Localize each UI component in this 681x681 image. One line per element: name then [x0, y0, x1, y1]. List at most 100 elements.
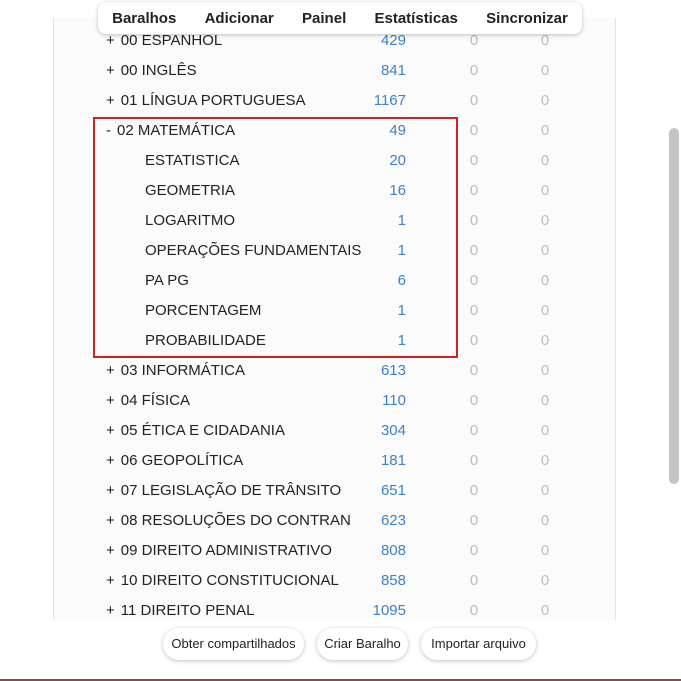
subdeck-row[interactable]: LOGARITMO 1 0 0	[0, 206, 681, 236]
learn-count: 0	[469, 212, 479, 229]
expand-toggle[interactable]: +	[106, 602, 115, 619]
learn-count: 0	[469, 512, 479, 529]
expand-toggle[interactable]: +	[106, 92, 115, 109]
new-count: 858	[380, 572, 406, 589]
deck-row[interactable]: +05 ÉTICA E CIDADANIA 304 0 0	[0, 416, 681, 446]
expand-toggle[interactable]: +	[106, 482, 115, 499]
deck-name[interactable]: +11 DIREITO PENAL	[106, 596, 254, 620]
subdeck-row[interactable]: PA PG 6 0 0	[0, 266, 681, 296]
expand-toggle[interactable]: +	[106, 542, 115, 559]
due-count: 0	[540, 122, 550, 139]
due-count: 0	[540, 92, 550, 109]
learn-count: 0	[469, 392, 479, 409]
deck-name-label: 05 ÉTICA E CIDADANIA	[120, 422, 285, 439]
deck-name[interactable]: OPERAÇÕES FUNDAMENTAIS	[145, 236, 361, 266]
deck-name[interactable]: +01 LÍNGUA PORTUGUESA	[106, 86, 306, 116]
learn-count: 0	[469, 302, 479, 319]
due-count: 0	[540, 272, 550, 289]
deck-row[interactable]: +01 LÍNGUA PORTUGUESA 1167 0 0	[0, 86, 681, 116]
new-count: 808	[380, 542, 406, 559]
learn-count: 0	[469, 452, 479, 469]
deck-name[interactable]: LOGARITMO	[145, 206, 235, 236]
toolbar-add[interactable]: Adicionar	[205, 10, 274, 27]
toolbar-stats[interactable]: Estatísticas	[375, 10, 458, 27]
new-count: 1167	[373, 92, 406, 109]
deck-row[interactable]: +10 DIREITO CONSTITUCIONAL 858 0 0	[0, 566, 681, 596]
expand-toggle[interactable]: +	[106, 452, 115, 469]
subdeck-row[interactable]: ESTATISTICA 20 0 0	[0, 146, 681, 176]
deck-name[interactable]: PORCENTAGEM	[145, 296, 261, 326]
deck-row[interactable]: +03 INFORMÁTICA 613 0 0	[0, 356, 681, 386]
import-file-button[interactable]: Importar arquivo	[421, 628, 536, 660]
subdeck-row[interactable]: PORCENTAGEM 1 0 0	[0, 296, 681, 326]
deck-row[interactable]: +07 LEGISLAÇÃO DE TRÂNSITO 651 0 0	[0, 476, 681, 506]
new-count: 841	[380, 62, 406, 79]
deck-name-label: PROBABILIDADE	[145, 332, 266, 349]
get-shared-button[interactable]: Obter compartilhados	[163, 628, 304, 660]
expand-toggle[interactable]: +	[106, 392, 115, 409]
expand-toggle[interactable]: +	[106, 32, 115, 49]
deck-name[interactable]: +06 GEOPOLÍTICA	[106, 446, 243, 476]
expand-toggle[interactable]: +	[106, 362, 115, 379]
deck-name[interactable]: ESTATISTICA	[145, 146, 239, 176]
deck-name[interactable]: +00 INGLÊS	[106, 56, 197, 86]
toolbar-decks[interactable]: Baralhos	[112, 10, 176, 27]
scrollbar-thumb[interactable]	[669, 128, 679, 484]
collapse-toggle[interactable]: -	[106, 122, 111, 139]
due-count: 0	[540, 242, 550, 259]
toolbar-dashboard[interactable]: Painel	[302, 10, 346, 27]
expand-toggle[interactable]: +	[106, 422, 115, 439]
deck-row[interactable]: +09 DIREITO ADMINISTRATIVO 808 0 0	[0, 536, 681, 566]
toolbar-sync[interactable]: Sincronizar	[486, 10, 568, 27]
learn-count: 0	[469, 332, 479, 349]
deck-row[interactable]: +00 INGLÊS 841 0 0	[0, 56, 681, 86]
deck-list: +00 ESPANHOL 429 0 0 +00 INGLÊS 841 0 0 +01 LÍNG…	[0, 0, 681, 620]
deck-row[interactable]: +04 FÍSICA 110 0 0	[0, 386, 681, 416]
deck-name[interactable]: PROBABILIDADE	[145, 326, 266, 356]
deck-row[interactable]: +11 DIREITO PENAL 1095 0 0	[0, 596, 681, 620]
deck-name[interactable]: +05 ÉTICA E CIDADANIA	[106, 416, 285, 446]
deck-name[interactable]: +03 INFORMÁTICA	[106, 356, 245, 386]
deck-row[interactable]: -02 MATEMÁTICA 49 0 0	[0, 116, 681, 146]
due-count: 0	[540, 362, 550, 379]
deck-row[interactable]: +06 GEOPOLÍTICA 181 0 0	[0, 446, 681, 476]
new-count: 1095	[372, 602, 406, 619]
deck-name-label: ESTATISTICA	[145, 152, 240, 169]
expand-toggle[interactable]: +	[106, 512, 115, 529]
deck-name-label: 00 ESPANHOL	[120, 32, 223, 49]
due-count: 0	[540, 572, 550, 589]
subdeck-row[interactable]: PROBABILIDADE 1 0 0	[0, 326, 681, 356]
deck-name-label: 02 MATEMÁTICA	[117, 122, 236, 139]
learn-count: 0	[469, 242, 479, 259]
deck-name-label: 03 INFORMÁTICA	[120, 362, 245, 379]
deck-name[interactable]: PA PG	[145, 266, 189, 296]
new-count: 110	[382, 392, 406, 409]
expand-toggle[interactable]: +	[106, 62, 115, 79]
due-count: 0	[540, 422, 550, 439]
deck-row[interactable]: +08 RESOLUÇÕES DO CONTRAN 623 0 0	[0, 506, 681, 536]
new-count: 6	[397, 272, 406, 289]
new-count: 1	[397, 242, 406, 259]
expand-toggle[interactable]: +	[106, 572, 115, 589]
due-count: 0	[540, 602, 550, 619]
deck-name[interactable]: GEOMETRIA	[145, 176, 235, 206]
new-count: 1	[397, 302, 406, 319]
due-count: 0	[540, 512, 550, 529]
deck-name-label: 08 RESOLUÇÕES DO CONTRAN	[120, 512, 351, 529]
new-count: 623	[380, 512, 406, 529]
deck-name[interactable]: -02 MATEMÁTICA	[106, 116, 235, 146]
deck-name-label: 11 DIREITO PENAL	[120, 602, 255, 619]
deck-name[interactable]: +04 FÍSICA	[106, 386, 190, 416]
deck-name-label: 10 DIREITO CONSTITUCIONAL	[120, 572, 339, 589]
learn-count: 0	[469, 422, 479, 439]
subdeck-row[interactable]: GEOMETRIA 16 0 0	[0, 176, 681, 206]
deck-name[interactable]: +09 DIREITO ADMINISTRATIVO	[106, 536, 332, 566]
create-deck-button[interactable]: Criar Baralho	[317, 628, 408, 660]
deck-name[interactable]: +10 DIREITO CONSTITUCIONAL	[106, 566, 339, 596]
subdeck-row[interactable]: OPERAÇÕES FUNDAMENTAIS 1 0 0	[0, 236, 681, 266]
new-count: 1	[397, 332, 406, 349]
learn-count: 0	[469, 602, 479, 619]
deck-name-label: PA PG	[145, 272, 189, 289]
deck-name[interactable]: +08 RESOLUÇÕES DO CONTRAN	[106, 506, 351, 536]
deck-name[interactable]: +07 LEGISLAÇÃO DE TRÂNSITO	[106, 476, 341, 506]
